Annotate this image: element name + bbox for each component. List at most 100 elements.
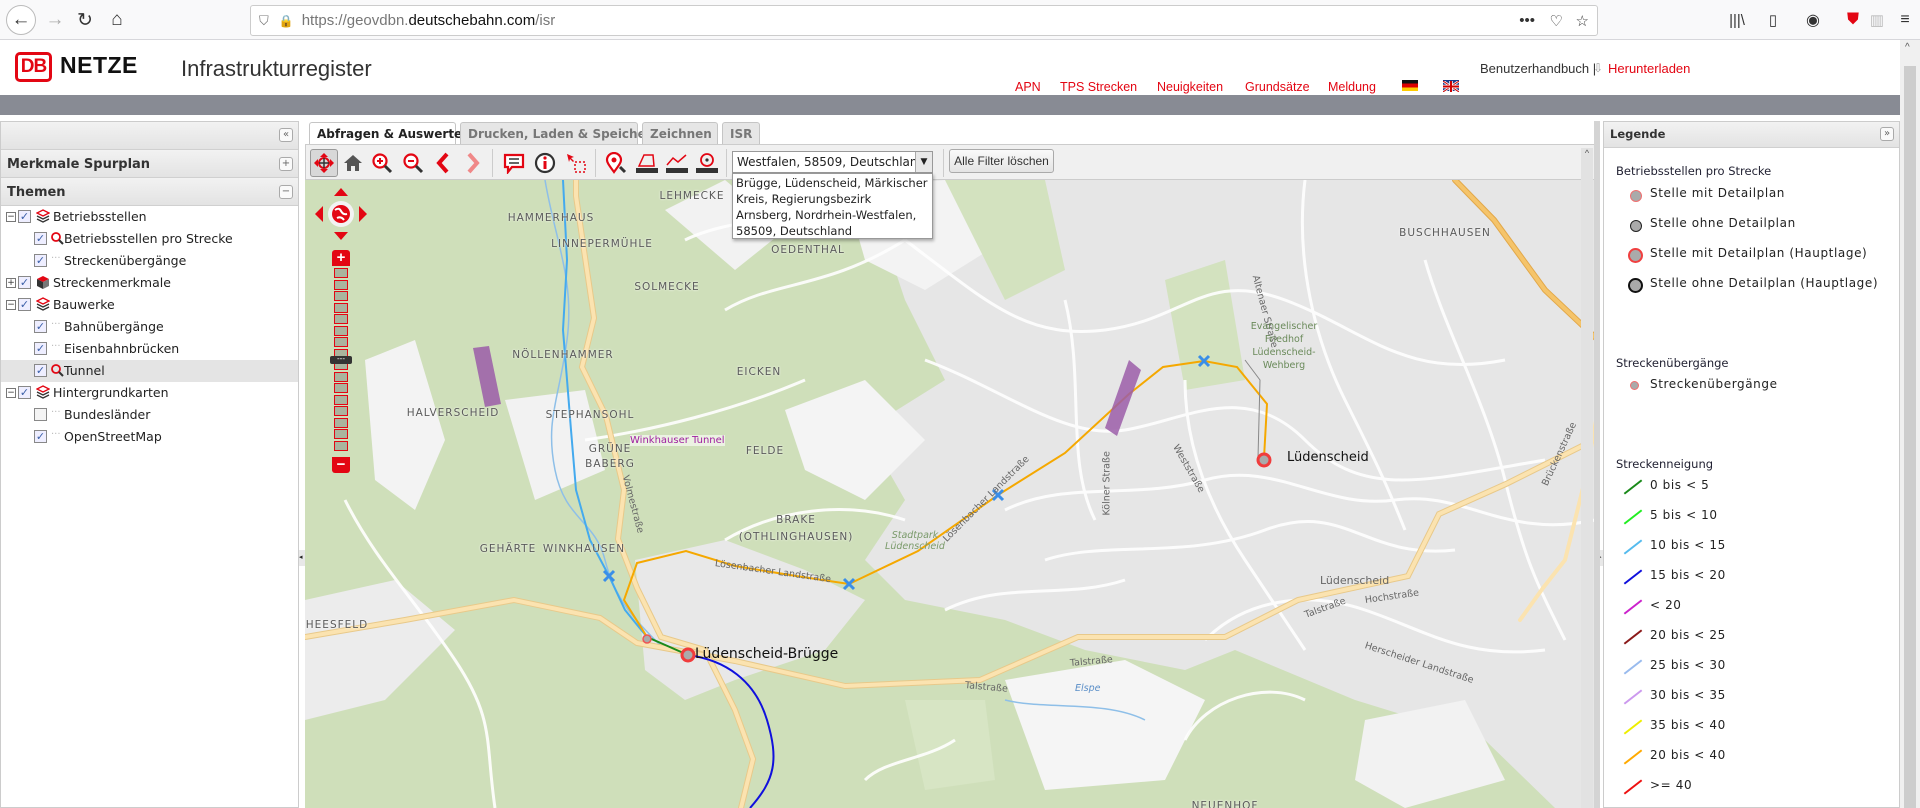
tree-item[interactable]: + ✓ Streckenmerkmale — [1, 272, 298, 294]
station-label[interactable]: Lüdenscheid-Brügge — [695, 646, 838, 662]
tree-expander[interactable]: + — [6, 278, 16, 288]
layer-checkbox[interactable]: ✓ — [34, 320, 47, 333]
tab-drucken-laden-speichern[interactable]: Drucken, Laden & Speichern — [460, 122, 660, 144]
pocket-icon[interactable]: ♡ — [1550, 12, 1563, 30]
uk-flag-icon[interactable] — [1442, 79, 1460, 94]
tree-item[interactable]: − ✓ Betriebsstellen — [1, 206, 298, 228]
reader-icon[interactable]: ▥ — [1862, 5, 1892, 35]
back-button[interactable]: ← — [6, 5, 36, 35]
zoom-slider[interactable]: + --- − — [330, 250, 352, 473]
layer-checkbox[interactable]: ✓ — [34, 430, 47, 443]
zoom-level-step[interactable] — [334, 302, 348, 313]
zoom-level-step[interactable] — [334, 417, 348, 428]
globe-icon[interactable] — [332, 205, 350, 223]
tree-expander[interactable]: − — [6, 388, 16, 398]
zoom-in-control[interactable]: + — [332, 250, 350, 266]
clear-filters-button[interactable]: Alle Filter löschen — [949, 149, 1054, 173]
section-themen[interactable]: Themen − — [1, 178, 298, 206]
locate-button[interactable] — [602, 149, 630, 177]
zoom-in-button[interactable] — [368, 149, 396, 177]
zoom-slider-handle[interactable]: --- — [330, 355, 352, 364]
nav-tps-strecken[interactable]: TPS Strecken — [1060, 80, 1137, 94]
next-view-button[interactable] — [459, 149, 487, 177]
zoom-level-step[interactable] — [334, 429, 348, 439]
query-magnifier-icon[interactable] — [50, 231, 64, 245]
layer-checkbox[interactable]: ✓ — [34, 408, 47, 421]
search-suggestion[interactable]: Brügge, Lüdenscheid, Märkischer Kreis, R… — [732, 173, 933, 239]
expand-left-handle[interactable]: ◂ — [299, 550, 305, 566]
zoom-level-step[interactable] — [334, 291, 348, 301]
forward-button[interactable]: → — [40, 5, 70, 35]
layer-checkbox[interactable]: ✓ — [34, 254, 47, 267]
pan-right-arrow[interactable] — [359, 206, 367, 222]
tree-item[interactable]: − ✓ Hintergrundkarten — [1, 382, 298, 404]
query-magnifier-icon[interactable] — [50, 363, 64, 377]
page-actions-button[interactable]: ••• — [1519, 12, 1535, 29]
pan-up-arrow[interactable] — [334, 188, 348, 196]
pan-left-arrow[interactable] — [315, 206, 323, 222]
layer-checkbox[interactable]: ✓ — [34, 232, 47, 245]
info-button[interactable] — [531, 149, 559, 177]
account-icon[interactable]: ◉ — [1798, 5, 1828, 35]
page-scrollbar[interactable]: ^ — [1900, 40, 1920, 808]
chevron-down-icon[interactable]: ▼ — [915, 152, 932, 172]
collapse-left-panel-button[interactable]: « — [279, 128, 293, 142]
zoom-out-control[interactable]: − — [332, 457, 350, 473]
zoom-level-step[interactable] — [334, 314, 348, 324]
tree-item[interactable]: ✓ ··· Streckenübergänge — [1, 250, 298, 272]
zoom-level-step[interactable] — [334, 371, 348, 382]
pan-navigation-control[interactable] — [313, 188, 369, 240]
layer-checkbox[interactable]: ✓ — [18, 276, 31, 289]
german-flag-icon[interactable] — [1402, 80, 1418, 91]
layer-checkbox[interactable]: ✓ — [18, 210, 31, 223]
select-area-button[interactable] — [562, 149, 590, 177]
collapse-button[interactable]: − — [279, 185, 293, 199]
tree-item[interactable]: ✓ ···Bundesländer — [1, 404, 298, 426]
nav-grundsaetze[interactable]: Grundsätze — [1245, 80, 1310, 94]
zoom-out-button[interactable] — [399, 149, 427, 177]
layer-checkbox[interactable]: ✓ — [18, 386, 31, 399]
home-button[interactable]: ⌂ — [102, 5, 132, 35]
tree-item[interactable]: ✓ ··· Eisenbahnbrücken — [1, 338, 298, 360]
tree-expander[interactable]: − — [6, 300, 16, 310]
tunnel-label[interactable]: Winkhauser Tunnel — [630, 435, 725, 446]
tree-item[interactable]: ✓ Betriebsstellen pro Strecke — [1, 228, 298, 250]
tab-abfragen-auswerten[interactable]: Abfragen & Auswerten — [309, 122, 471, 145]
zoom-level-step[interactable] — [334, 268, 348, 278]
pan-tool-button[interactable] — [310, 149, 338, 177]
url-bar[interactable]: ⛉ 🔒 https://geovdbn. deutschebahn.com/isr… — [250, 5, 1598, 36]
map-canvas[interactable]: LEHMECKE HAMMERHAUS LINNEPERMÜHLE OEDENT… — [305, 180, 1598, 808]
tooltip-button[interactable] — [500, 149, 528, 177]
previous-view-button[interactable] — [429, 149, 457, 177]
layer-checkbox[interactable]: ✓ — [18, 298, 31, 311]
collapse-legend-button[interactable]: » — [1880, 127, 1894, 141]
download-link[interactable]: Herunterladen — [1608, 61, 1690, 76]
tree-item[interactable]: ✓ Tunnel — [1, 360, 298, 382]
menu-icon[interactable]: ≡ — [1890, 5, 1920, 35]
nav-meldung[interactable]: Meldung — [1328, 80, 1376, 94]
tree-item[interactable]: − ✓ Bauwerke — [1, 294, 298, 316]
pan-down-arrow[interactable] — [334, 232, 348, 240]
nav-neuigkeiten[interactable]: Neuigkeiten — [1157, 80, 1223, 94]
reload-button[interactable]: ↻ — [70, 5, 100, 35]
zoom-level-step[interactable] — [334, 279, 348, 290]
layer-checkbox[interactable]: ✓ — [34, 342, 47, 355]
layer-checkbox[interactable]: ✓ — [34, 364, 47, 377]
home-view-button[interactable] — [339, 149, 367, 177]
bookmark-star-icon[interactable]: ☆ — [1576, 12, 1589, 30]
zoom-level-step[interactable] — [334, 325, 348, 336]
tree-item[interactable]: ✓ ··· Bahnübergänge — [1, 316, 298, 338]
station-label[interactable]: Lüdenscheid — [1287, 450, 1369, 465]
library-icon[interactable]: |||\ — [1722, 5, 1752, 35]
nav-apn[interactable]: APN — [1015, 80, 1041, 94]
tree-item[interactable]: ✓ ··· OpenStreetMap — [1, 426, 298, 448]
zoom-level-step[interactable] — [334, 440, 348, 451]
tab-isr[interactable]: ISR — [722, 122, 760, 144]
measure-radius-button[interactable] — [693, 149, 721, 177]
measure-line-button[interactable] — [663, 149, 691, 177]
legend-scrollbar[interactable]: ^ — [1581, 148, 1593, 808]
measure-area-button[interactable] — [633, 149, 661, 177]
section-merkmale-spurplan[interactable]: Merkmale Spurplan + — [1, 150, 298, 178]
tree-expander[interactable]: − — [6, 212, 16, 222]
expand-button[interactable]: + — [279, 157, 293, 171]
